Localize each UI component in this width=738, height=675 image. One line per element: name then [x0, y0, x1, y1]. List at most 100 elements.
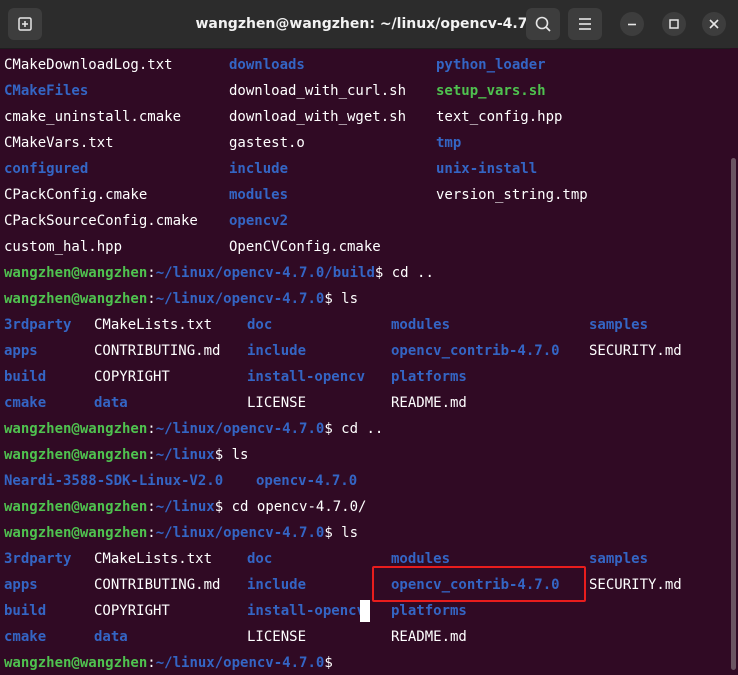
prompt-user-host: wangzhen@wangzhen — [4, 265, 148, 281]
directory-entry: opencv-4.7.0 — [256, 473, 358, 489]
terminal-line: wangzhen@wangzhen:~/linux/opencv-4.7.0$ … — [4, 520, 358, 546]
prompt-user-host: wangzhen@wangzhen — [4, 447, 148, 463]
directory-entry: build — [4, 369, 47, 385]
file-entry: LICENSE — [247, 395, 307, 411]
prompt-user-host: wangzhen@wangzhen — [4, 291, 148, 307]
minimize-icon — [628, 23, 636, 26]
command-text: $ ls — [324, 291, 359, 307]
directory-entry: cmake — [4, 629, 47, 645]
command-text: $ cd .. — [324, 421, 384, 437]
close-icon — [709, 19, 719, 29]
directory-entry: modules — [229, 187, 289, 203]
file-entry: text_config.hpp — [436, 109, 563, 125]
terminal-output[interactable]: CMakeDownloadLog.txt downloads python_load… — [0, 48, 730, 675]
minimize-button[interactable] — [620, 12, 644, 36]
file-entry: CONTRIBUTING.md — [94, 577, 221, 593]
directory-entry: include — [229, 161, 289, 177]
command-text: $ cd .. — [374, 265, 434, 281]
prompt-path: ~/linux/opencv-4.7.0 — [155, 655, 325, 671]
command-text: $ cd opencv-4.7.0/ — [214, 499, 367, 515]
command-text: $ — [324, 655, 342, 671]
file-entry: README.md — [391, 629, 467, 645]
file-entry: OpenCVConfig.cmake — [229, 239, 381, 255]
directory-entry: downloads — [229, 57, 305, 73]
close-button[interactable] — [702, 12, 726, 36]
menu-button[interactable] — [568, 8, 602, 40]
file-entry: download_with_curl.sh — [229, 83, 407, 99]
directory-entry: build — [4, 603, 47, 619]
directory-entry: Neardi-3588-SDK-Linux-V2.0 — [4, 473, 224, 489]
terminal-line: wangzhen@wangzhen:~/linux/opencv-4.7.0$ … — [4, 286, 358, 312]
file-entry: CMakeVars.txt — [4, 135, 114, 151]
file-entry: COPYRIGHT — [94, 603, 170, 619]
file-entry: version_string.tmp — [436, 187, 588, 203]
terminal-line: wangzhen@wangzhen:~/linux/opencv-4.7.0$ — [4, 650, 341, 675]
directory-entry: apps — [4, 343, 38, 359]
directory-entry: apps — [4, 577, 38, 593]
directory-entry: include — [247, 343, 307, 359]
file-entry: custom_hal.hpp — [4, 239, 123, 255]
file-entry: cmake_uninstall.cmake — [4, 109, 182, 125]
executable-entry: setup_vars.sh — [436, 83, 546, 99]
file-entry: CPackSourceConfig.cmake — [4, 213, 198, 229]
directory-entry: python_loader — [436, 57, 546, 73]
directory-entry: platforms — [391, 369, 467, 385]
prompt-path: ~/linux/opencv-4.7.0 — [155, 421, 325, 437]
file-entry: LICENSE — [247, 629, 307, 645]
directory-entry: data — [94, 629, 128, 645]
search-icon — [535, 16, 551, 32]
prompt-colon: : — [147, 421, 156, 437]
highlight-box — [372, 566, 586, 602]
directory-entry: cmake — [4, 395, 47, 411]
prompt-path: ~/linux/opencv-4.7.0 — [155, 291, 325, 307]
file-entry: gastest.o — [229, 135, 305, 151]
file-entry: CMakeDownloadLog.txt — [4, 57, 173, 73]
directory-entry: samples — [589, 551, 649, 567]
maximize-button[interactable] — [662, 12, 686, 36]
file-entry: SECURITY.md — [589, 343, 682, 359]
directory-entry: tmp — [436, 135, 462, 151]
terminal-line: wangzhen@wangzhen:~/linux/opencv-4.7.0/b… — [4, 260, 434, 286]
directory-entry: 3rdparty — [4, 551, 72, 567]
file-entry: CMakeLists.txt — [94, 317, 213, 333]
terminal-line: wangzhen@wangzhen:~/linux$ ls — [4, 442, 248, 468]
prompt-colon: : — [147, 265, 156, 281]
file-entry: CMakeLists.txt — [94, 551, 213, 567]
directory-entry: unix-install — [436, 161, 538, 177]
directory-entry: CMakeFiles — [4, 83, 89, 99]
prompt-user-host: wangzhen@wangzhen — [4, 655, 148, 671]
prompt-path: ~/linux/opencv-4.7.0 — [155, 525, 325, 541]
prompt-colon: : — [147, 291, 156, 307]
file-entry: CONTRIBUTING.md — [94, 343, 221, 359]
terminal-line: wangzhen@wangzhen:~/linux/opencv-4.7.0$ … — [4, 416, 383, 442]
directory-entry: doc — [247, 317, 273, 333]
prompt-user-host: wangzhen@wangzhen — [4, 499, 148, 515]
prompt-colon: : — [147, 525, 156, 541]
prompt-colon: : — [147, 499, 156, 515]
command-text: $ ls — [324, 525, 359, 541]
scrollbar-thumb[interactable] — [731, 158, 736, 670]
prompt-colon: : — [147, 447, 156, 463]
directory-entry: samples — [589, 317, 649, 333]
file-entry: README.md — [391, 395, 467, 411]
file-entry: SECURITY.md — [589, 577, 682, 593]
prompt-path: ~/linux — [155, 499, 215, 515]
hamburger-menu-icon — [579, 18, 591, 30]
text-cursor — [360, 600, 370, 622]
directory-entry: doc — [247, 551, 273, 567]
directory-entry: opencv_contrib-4.7.0 — [391, 343, 560, 359]
directory-entry: opencv2 — [229, 213, 289, 229]
prompt-user-host: wangzhen@wangzhen — [4, 525, 148, 541]
search-button[interactable] — [526, 8, 560, 40]
directory-entry: 3rdparty — [4, 317, 72, 333]
directory-entry: include — [247, 577, 307, 593]
command-text: $ ls — [214, 447, 249, 463]
file-entry: CPackConfig.cmake — [4, 187, 148, 203]
terminal-line: wangzhen@wangzhen:~/linux$ cd opencv-4.7… — [4, 494, 366, 520]
terminal-window: wangzhen@wangzhen: ~/linux/opencv-4.7.0 — [0, 0, 738, 675]
directory-entry: install-opencv — [247, 603, 366, 619]
prompt-colon: : — [147, 655, 156, 671]
file-entry: COPYRIGHT — [94, 369, 170, 385]
file-entry: download_with_wget.sh — [229, 109, 407, 125]
title-bar[interactable]: wangzhen@wangzhen: ~/linux/opencv-4.7.0 — [0, 0, 738, 49]
